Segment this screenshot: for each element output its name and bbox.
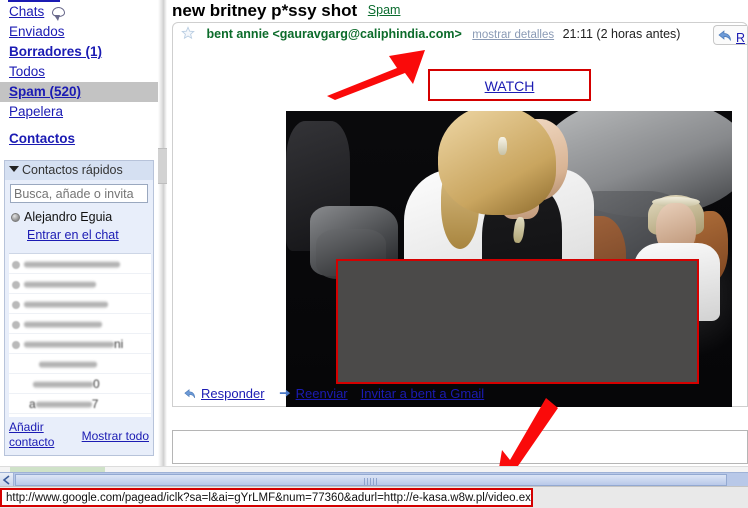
contact-name-tail: ni bbox=[114, 337, 124, 351]
reply-link[interactable]: Responder bbox=[201, 386, 265, 401]
message-timestamp: 21:11 (2 horas antes) bbox=[562, 27, 681, 41]
chevron-down-icon[interactable] bbox=[9, 166, 19, 172]
sidebar-item-contactos[interactable]: Contactos bbox=[0, 128, 158, 150]
sidebar-contactos-label[interactable]: Contactos bbox=[9, 131, 75, 146]
contact-name-prefix: a bbox=[29, 397, 36, 411]
red-arrow-icon-watch bbox=[325, 48, 430, 100]
list-item[interactable] bbox=[9, 354, 151, 374]
show-all-contacts-link[interactable]: Mostrar todo bbox=[82, 429, 149, 443]
contact-name-redacted bbox=[33, 381, 93, 388]
sidebar-item-papelera[interactable]: Papelera bbox=[0, 102, 158, 122]
presence-status-icon bbox=[12, 341, 20, 349]
forward-arrow-icon bbox=[278, 384, 292, 397]
message-actions: Responder Reenviar Invitar a bent a Gmail bbox=[173, 382, 747, 406]
sidebar-item-label[interactable]: Borradores (1) bbox=[9, 44, 102, 59]
status-badge[interactable]: Spam bbox=[368, 3, 401, 17]
enter-chat-row: Entrar en el chat bbox=[5, 226, 153, 244]
sidebar-item-label[interactable]: Todos bbox=[9, 64, 45, 79]
reply-corner-button[interactable]: R bbox=[713, 25, 747, 45]
horizontal-scrollbar[interactable] bbox=[0, 472, 748, 487]
browser-status-bar: http://www.google.com/pagead/iclk?sa=l&a… bbox=[0, 486, 748, 508]
list-item[interactable]: ni bbox=[9, 334, 151, 354]
enter-chat-link[interactable]: Entrar en el chat bbox=[27, 228, 119, 242]
splitter-grip[interactable] bbox=[158, 148, 167, 184]
horizontal-scroll-thumb[interactable] bbox=[15, 474, 727, 486]
contact-name-redacted bbox=[39, 361, 97, 368]
contact-list[interactable]: ni 0 a7 da bbox=[9, 253, 151, 417]
list-item[interactable] bbox=[9, 254, 151, 274]
invite-to-gmail-link[interactable]: Invitar a bent a Gmail bbox=[361, 386, 485, 401]
scroll-thumb-grip bbox=[364, 478, 378, 485]
contact-name-redacted bbox=[24, 301, 108, 308]
subject-bar: new britney p*ssy shot Spam bbox=[172, 1, 400, 23]
show-details-link[interactable]: mostrar detalles bbox=[472, 29, 554, 41]
contact-name-redacted bbox=[24, 341, 114, 348]
reply-arrow-icon bbox=[183, 384, 197, 398]
quick-contacts-header[interactable]: Contactos rápidos bbox=[5, 161, 153, 180]
current-user-name: Alejandro Eguia bbox=[24, 210, 113, 224]
presence-status-icon bbox=[12, 321, 20, 329]
sidebar-item-label[interactable]: Chats bbox=[9, 4, 44, 19]
list-item[interactable] bbox=[9, 274, 151, 294]
forward-link[interactable]: Reenviar bbox=[296, 386, 348, 401]
contact-search-input[interactable] bbox=[10, 184, 148, 203]
quick-contacts-panel: Contactos rápidos Alejandro Eguia Entrar… bbox=[4, 160, 154, 456]
reply-compose-box[interactable] bbox=[172, 430, 748, 464]
sidebar-item-label[interactable]: Spam (520) bbox=[9, 84, 81, 99]
message-card: bent annie <gauravgarg@caliphindia.com> … bbox=[172, 22, 748, 407]
contact-name-redacted bbox=[24, 281, 96, 288]
presence-status-icon bbox=[12, 301, 20, 309]
contact-name-redacted bbox=[24, 321, 102, 328]
photo-woman-earring bbox=[498, 137, 507, 155]
page-title: new britney p*ssy shot bbox=[172, 1, 358, 20]
list-item[interactable] bbox=[9, 314, 151, 334]
sidebar-item-label[interactable]: Papelera bbox=[9, 104, 63, 119]
message-body: WATCH Responder Reenviar Invitar a bent … bbox=[173, 46, 747, 407]
list-item[interactable]: a7 bbox=[9, 394, 151, 414]
star-outline-icon[interactable] bbox=[181, 25, 195, 40]
sidebar-item-enviados[interactable]: Enviados bbox=[0, 22, 158, 42]
status-url-highlight: http://www.google.com/pagead/iclk?sa=l&a… bbox=[0, 488, 533, 507]
quick-contacts-title: Contactos rápidos bbox=[22, 163, 123, 177]
contact-name-redacted bbox=[24, 261, 120, 268]
censor-overlay-box bbox=[336, 259, 699, 384]
list-item[interactable] bbox=[9, 294, 151, 314]
add-contact-link[interactable]: Añadir contacto bbox=[9, 420, 67, 450]
sidebar-item-todos[interactable]: Todos bbox=[0, 62, 158, 82]
presence-status-icon[interactable] bbox=[11, 213, 20, 222]
pane-splitter[interactable] bbox=[158, 0, 167, 466]
chat-bubble-icon bbox=[51, 7, 65, 21]
status-url-text: http://www.google.com/pagead/iclk?sa=l&a… bbox=[6, 492, 533, 504]
scroll-left-arrow-icon[interactable] bbox=[0, 473, 14, 487]
sidebar-item-borradores[interactable]: Borradores (1) bbox=[0, 42, 158, 62]
watch-callout-box: WATCH bbox=[428, 69, 591, 101]
presence-status-icon bbox=[12, 281, 20, 289]
contact-name-tail: 0 bbox=[93, 377, 100, 391]
message-image[interactable] bbox=[286, 111, 732, 407]
current-user-row: Alejandro Eguia bbox=[5, 209, 153, 226]
presence-status-icon bbox=[12, 261, 20, 269]
contact-name-redacted bbox=[35, 401, 92, 408]
browser-viewport: Chats Enviados Borradores (1) Todos Spam… bbox=[0, 0, 748, 508]
contact-name-tail: 7 bbox=[91, 397, 99, 411]
message-pane: new britney p*ssy shot Spam bent annie <… bbox=[167, 0, 748, 466]
watch-link[interactable]: WATCH bbox=[485, 78, 535, 94]
reply-corner-label[interactable]: R bbox=[736, 27, 745, 44]
list-item[interactable]: 0 bbox=[9, 374, 151, 394]
sidebar-nav-list: Chats Enviados Borradores (1) Todos Spam… bbox=[0, 2, 158, 150]
reply-arrow-icon bbox=[718, 30, 731, 41]
reply-textarea[interactable] bbox=[179, 435, 742, 460]
quick-contacts-footer: Añadir contacto Mostrar todo bbox=[5, 417, 153, 455]
sidebar: Chats Enviados Borradores (1) Todos Spam… bbox=[0, 0, 158, 466]
sender-name: bent annie <gauravgarg@caliphindia.com> bbox=[206, 27, 462, 41]
sidebar-item-spam[interactable]: Spam (520) bbox=[0, 82, 158, 102]
photo-woman-hair bbox=[438, 111, 556, 215]
sidebar-item-label[interactable]: Enviados bbox=[9, 24, 65, 39]
sidebar-item-chats[interactable]: Chats bbox=[0, 2, 158, 22]
message-header: bent annie <gauravgarg@caliphindia.com> … bbox=[173, 23, 747, 46]
